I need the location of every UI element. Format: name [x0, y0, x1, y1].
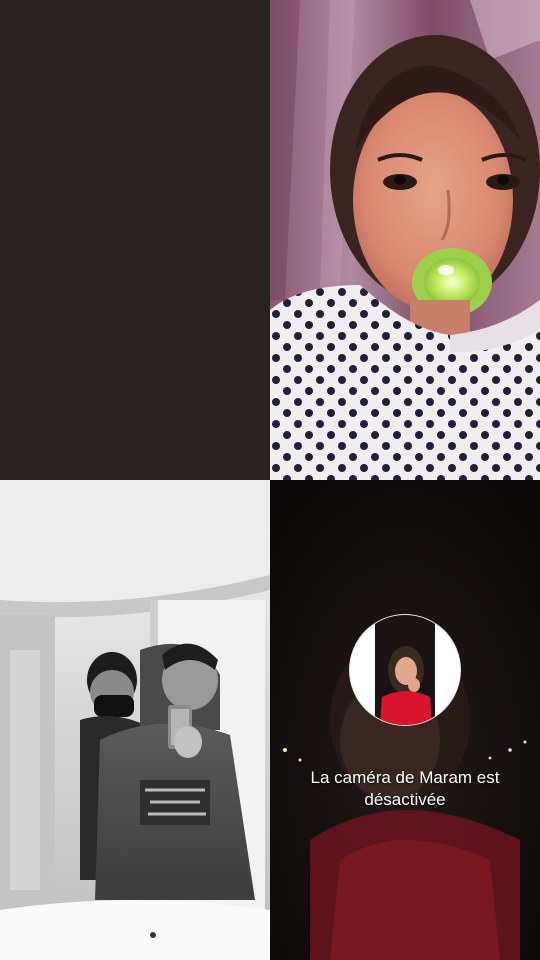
participant-tile-2[interactable] [270, 0, 540, 480]
participant-tile-4[interactable]: La caméra de Maram est désactivée [270, 480, 540, 960]
participant-tile-1[interactable] [0, 0, 270, 480]
participant-tile-3[interactable] [0, 480, 270, 960]
participant-video-feed-3 [0, 480, 270, 960]
participant-video-feed-2 [270, 0, 540, 480]
participant-avatar [350, 615, 460, 725]
avatar-photo-icon [350, 615, 460, 725]
video-call-grid: La caméra de Maram est désactivée [0, 0, 540, 960]
camera-off-message: La caméra de Maram est désactivée [310, 768, 500, 809]
blank-video-feed [0, 0, 270, 480]
